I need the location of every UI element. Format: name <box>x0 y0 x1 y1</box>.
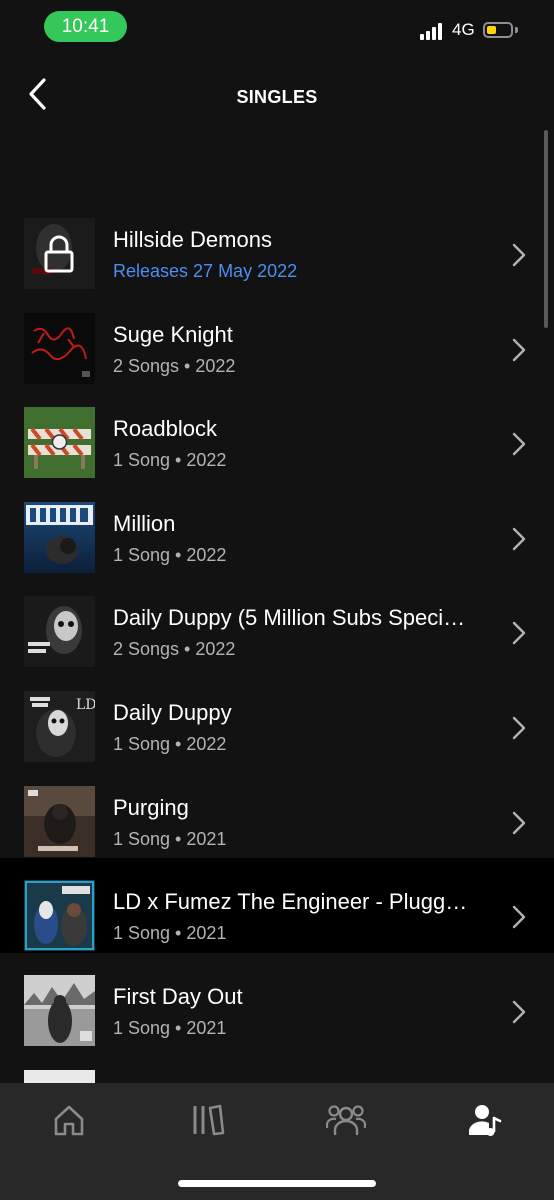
status-bar: 10:41 4G <box>0 0 554 60</box>
single-meta: 1 Song • 2022 <box>113 544 227 565</box>
single-title: Hillside Demons <box>113 227 272 252</box>
svg-text:LD: LD <box>76 697 95 713</box>
single-title: Daily Duppy <box>113 699 232 725</box>
list-item[interactable]: Purging 1 Song • 2021 <box>0 764 554 859</box>
album-art <box>24 880 95 952</box>
home-icon <box>54 1105 84 1136</box>
library-icon <box>193 1104 225 1136</box>
list-item[interactable]: LD x Fumez The Engineer - Plugg… 1 Song … <box>0 858 554 953</box>
header: SINGLES <box>0 60 554 136</box>
list-item[interactable]: First Day Out 1 Song • 2021 <box>0 953 554 1048</box>
nav-library[interactable] <box>183 1099 233 1141</box>
chevron-right-icon <box>512 338 526 361</box>
chevron-right-icon <box>512 905 526 929</box>
single-title: LD x Fumez The Engineer - Plugg… <box>113 889 468 915</box>
list-item[interactable]: Hillside Demons Releases 27 May 2022 <box>0 196 554 291</box>
release-date: Releases 27 May 2022 <box>113 261 298 281</box>
list-item[interactable]: Roadblock 1 Song • 2022 <box>0 385 554 480</box>
page-title: SINGLES <box>236 87 318 107</box>
album-art-partial <box>24 1070 95 1084</box>
signal-icon <box>420 22 446 40</box>
nav-friends[interactable] <box>321 1099 371 1141</box>
chevron-right-icon <box>512 622 526 645</box>
single-meta: 1 Song • 2021 <box>113 828 227 849</box>
friends-icon <box>326 1105 366 1135</box>
album-art <box>24 596 95 668</box>
chevron-right-icon <box>512 432 526 456</box>
list-item[interactable]: LD Daily Duppy 1 Song • 2022 <box>0 669 554 764</box>
single-meta: 2 Songs • 2022 <box>113 639 236 660</box>
album-art <box>24 785 95 857</box>
list-item[interactable]: Daily Duppy (5 Million Subs Speci… 2 Son… <box>0 574 554 669</box>
single-title: Daily Duppy (5 Million Subs Speci… <box>113 605 466 631</box>
album-art <box>24 974 95 1046</box>
list-item[interactable]: Suge Knight 2 Songs • 2022 <box>0 291 554 386</box>
album-art <box>24 312 95 384</box>
album-art: LD <box>24 690 95 762</box>
chevron-right-icon <box>512 527 526 550</box>
single-meta: 1 Song • 2022 <box>113 733 227 754</box>
status-time: 10:41 <box>44 11 127 42</box>
singles-list: Hillside Demons Releases 27 May 2022 Sug… <box>0 196 554 1047</box>
battery-cap <box>515 27 518 33</box>
album-art <box>24 407 95 479</box>
single-meta: 1 Song • 2021 <box>113 1017 227 1038</box>
artist-icon <box>469 1105 502 1136</box>
single-title: Million <box>113 510 176 536</box>
battery-icon <box>483 22 513 38</box>
nav-artist[interactable] <box>460 1099 510 1141</box>
list-item[interactable]: Million 1 Song • 2022 <box>0 480 554 575</box>
album-art <box>24 501 95 573</box>
single-title: Purging <box>113 794 189 820</box>
nav-home[interactable] <box>44 1099 94 1141</box>
single-meta: 1 Song • 2022 <box>113 450 227 471</box>
album-art <box>24 218 95 289</box>
home-indicator <box>178 1180 376 1187</box>
single-title: Roadblock <box>113 416 217 442</box>
single-meta: 1 Song • 2021 <box>113 923 227 944</box>
single-title: First Day Out <box>113 983 243 1009</box>
network-type: 4G <box>452 20 475 39</box>
chevron-right-icon <box>512 811 526 834</box>
single-title: Suge Knight <box>113 321 233 347</box>
chevron-right-icon <box>512 716 526 740</box>
chevron-right-icon <box>512 243 526 267</box>
single-meta: 2 Songs • 2022 <box>113 355 236 376</box>
chevron-right-icon <box>512 1000 526 1023</box>
